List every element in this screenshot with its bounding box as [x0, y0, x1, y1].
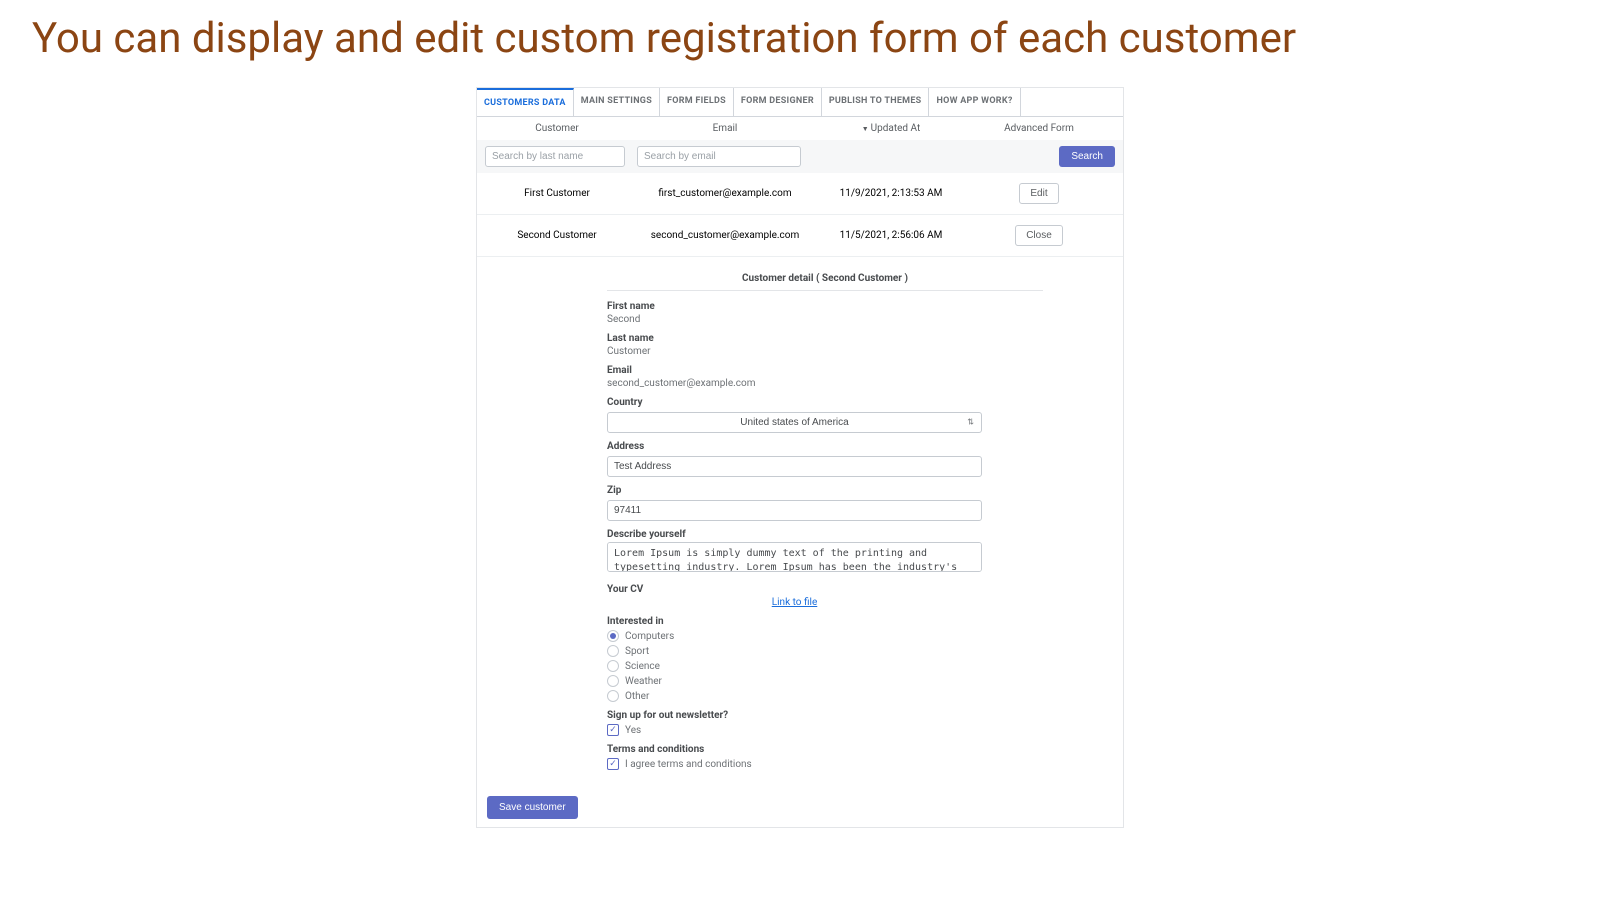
country-select[interactable]	[607, 412, 982, 433]
col-updated[interactable]: ▼Updated At	[813, 123, 969, 134]
label-last-name: Last name	[607, 333, 1043, 344]
label-first-name: First name	[607, 301, 1043, 312]
radio-icon	[607, 660, 619, 672]
label-terms: Terms and conditions	[607, 744, 1043, 755]
label-zip: Zip	[607, 485, 1043, 496]
cell-updated: 11/9/2021, 2:13:53 AM	[813, 188, 969, 199]
customers-table: Customer Email ▼Updated At Advanced Form…	[477, 117, 1123, 257]
field-describe: Describe yourself	[607, 529, 1043, 576]
radio-icon	[607, 630, 619, 642]
field-country: Country	[607, 397, 1043, 433]
radio-science[interactable]: Science	[607, 660, 1043, 672]
checkbox-newsletter[interactable]: ✓ Yes	[607, 724, 1043, 736]
label-describe: Describe yourself	[607, 529, 1043, 540]
tab-publish-themes[interactable]: PUBLISH TO THEMES	[822, 88, 930, 116]
field-zip: Zip	[607, 485, 1043, 521]
radio-icon	[607, 690, 619, 702]
radio-icon	[607, 675, 619, 687]
tab-customers-data[interactable]: CUSTOMERS DATA	[477, 88, 574, 116]
save-customer-button[interactable]: Save customer	[487, 796, 578, 819]
search-button[interactable]: Search	[1059, 146, 1115, 167]
radio-sport[interactable]: Sport	[607, 645, 1043, 657]
value-first-name: Second	[607, 314, 1043, 325]
col-customer[interactable]: Customer	[477, 123, 637, 134]
cell-action: Edit	[969, 183, 1109, 204]
radio-label: Sport	[625, 646, 649, 657]
cell-customer: First Customer	[477, 188, 637, 199]
label-cv: Your CV	[607, 584, 1043, 595]
label-address: Address	[607, 441, 1043, 452]
detail-title: Customer detail ( Second Customer )	[607, 267, 1043, 291]
table-header: Customer Email ▼Updated At Advanced Form	[477, 117, 1123, 140]
label-newsletter: Sign up for out newsletter?	[607, 710, 1043, 721]
tabs-bar: CUSTOMERS DATA MAIN SETTINGS FORM FIELDS…	[477, 88, 1123, 117]
tab-form-fields[interactable]: FORM FIELDS	[660, 88, 734, 116]
col-email[interactable]: Email	[637, 123, 813, 134]
radio-computers[interactable]: Computers	[607, 630, 1043, 642]
check-icon: ✓	[607, 758, 619, 770]
cell-email: second_customer@example.com	[637, 230, 813, 241]
radio-label: Computers	[625, 631, 674, 642]
field-terms: Terms and conditions ✓ I agree terms and …	[607, 744, 1043, 770]
field-last-name: Last name Customer	[607, 333, 1043, 357]
customer-detail-panel: Customer detail ( Second Customer ) Firs…	[477, 257, 1123, 788]
label-country: Country	[607, 397, 1043, 408]
field-newsletter: Sign up for out newsletter? ✓ Yes	[607, 710, 1043, 736]
search-lastname-input[interactable]	[485, 146, 625, 167]
value-last-name: Customer	[607, 346, 1043, 357]
radio-label: Other	[625, 691, 649, 702]
tab-how-app-work[interactable]: HOW APP WORK?	[929, 88, 1020, 116]
page-title: You can display and edit custom registra…	[0, 0, 1600, 87]
tab-form-designer[interactable]: FORM DESIGNER	[734, 88, 822, 116]
col-updated-label: Updated At	[871, 123, 921, 134]
address-input[interactable]	[607, 456, 982, 477]
radio-label: Weather	[625, 676, 662, 687]
radio-weather[interactable]: Weather	[607, 675, 1043, 687]
value-email: second_customer@example.com	[607, 378, 1043, 389]
zip-input[interactable]	[607, 500, 982, 521]
field-address: Address	[607, 441, 1043, 477]
cell-action: Close	[969, 225, 1109, 246]
check-label: I agree terms and conditions	[625, 759, 752, 770]
field-first-name: First name Second	[607, 301, 1043, 325]
label-email: Email	[607, 365, 1043, 376]
radio-label: Science	[625, 661, 660, 672]
cv-link[interactable]: Link to file	[607, 597, 982, 608]
check-label: Yes	[625, 725, 641, 736]
label-interested: Interested in	[607, 616, 1043, 627]
search-email-input[interactable]	[637, 146, 801, 167]
cell-email: first_customer@example.com	[637, 188, 813, 199]
cell-customer: Second Customer	[477, 230, 637, 241]
field-cv: Your CV Link to file	[607, 584, 1043, 608]
app-container: CUSTOMERS DATA MAIN SETTINGS FORM FIELDS…	[476, 87, 1124, 828]
table-row: Second Customer second_customer@example.…	[477, 215, 1123, 257]
radio-other[interactable]: Other	[607, 690, 1043, 702]
close-button[interactable]: Close	[1015, 225, 1063, 246]
table-row: First Customer first_customer@example.co…	[477, 173, 1123, 215]
field-email: Email second_customer@example.com	[607, 365, 1043, 389]
describe-textarea[interactable]	[607, 542, 982, 572]
field-interested: Interested in Computers Sport Science We…	[607, 616, 1043, 702]
cell-updated: 11/5/2021, 2:56:06 AM	[813, 230, 969, 241]
col-action: Advanced Form	[969, 123, 1109, 134]
filter-row: Search	[477, 140, 1123, 173]
radio-icon	[607, 645, 619, 657]
edit-button[interactable]: Edit	[1019, 183, 1058, 204]
check-icon: ✓	[607, 724, 619, 736]
tab-main-settings[interactable]: MAIN SETTINGS	[574, 88, 660, 116]
checkbox-terms[interactable]: ✓ I agree terms and conditions	[607, 758, 1043, 770]
sort-desc-icon: ▼	[862, 125, 869, 133]
